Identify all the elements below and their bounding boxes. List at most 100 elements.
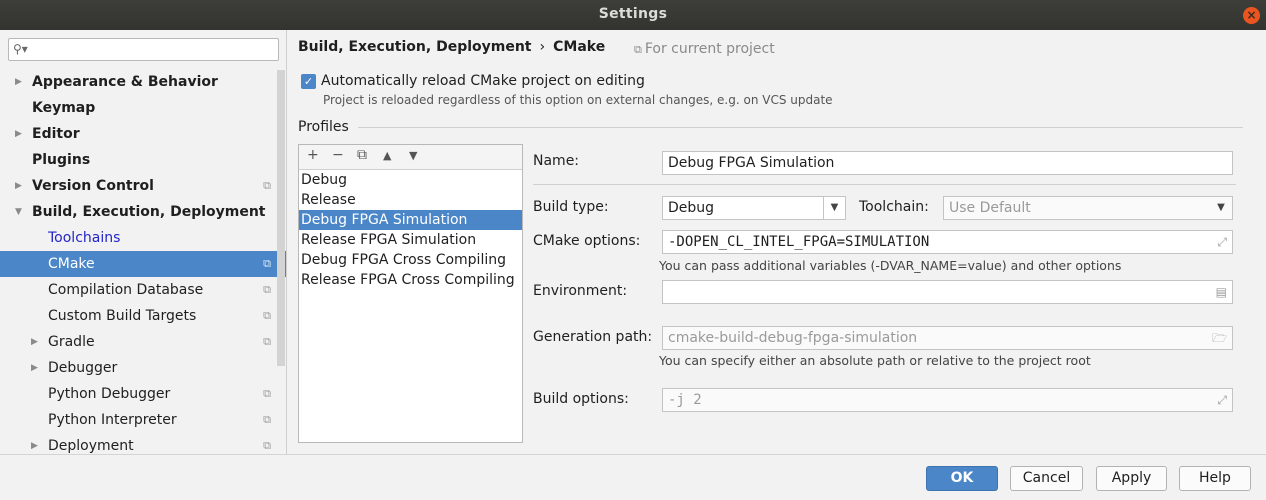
profile-item[interactable]: Release (299, 190, 522, 210)
project-scope-icon: ⧉ (634, 43, 642, 56)
profiles-section-title: Profiles (298, 119, 349, 135)
build-options-label: Build options: (533, 391, 629, 407)
build-type-select[interactable]: Debug ▼ (662, 196, 846, 220)
help-button[interactable]: Help (1179, 466, 1251, 491)
folder-icon[interactable]: 🗁 (1212, 327, 1227, 349)
chevron-down-icon[interactable]: ▼ (823, 197, 845, 219)
expand-icon[interactable]: ⤢ (1217, 389, 1227, 411)
cmake-options-field[interactable]: -DOPEN_CL_INTEL_FPGA=SIMULATION ⤢ (662, 230, 1233, 254)
generation-path-value: cmake-build-debug-fpga-simulation (668, 330, 918, 346)
toolchain-label: Toolchain: (859, 199, 929, 215)
dialog-footer: OK Cancel Apply Help (0, 454, 1266, 500)
collapsed-arrow-icon[interactable]: ▶ (15, 69, 22, 95)
profile-item[interactable]: Debug (299, 170, 522, 190)
sidebar-item-label: Python Interpreter (48, 412, 177, 428)
name-field[interactable]: Debug FPGA Simulation (662, 151, 1233, 175)
environment-field[interactable]: ▤ (662, 280, 1233, 304)
name-label: Name: (533, 153, 580, 169)
breadcrumb: Build, Execution, Deployment › CMake (298, 39, 605, 55)
sidebar-item[interactable]: ▼ Build, Execution, Deployment (0, 199, 286, 225)
close-icon[interactable]: × (1243, 7, 1260, 24)
sidebar-item[interactable]: ▶ Appearance & Behavior (0, 69, 286, 95)
apply-button[interactable]: Apply (1096, 466, 1167, 491)
sidebar-item[interactable]: Plugins (0, 147, 286, 173)
sidebar-item-label: Debugger (48, 360, 118, 376)
sidebar-item-label: Custom Build Targets (48, 308, 197, 324)
ok-button[interactable]: OK (926, 466, 998, 491)
profile-item[interactable]: Debug FPGA Cross Compiling (299, 250, 522, 270)
profile-item[interactable]: Release FPGA Cross Compiling (299, 270, 522, 290)
scope-text: For current project (644, 41, 775, 57)
breadcrumb-parent[interactable]: Build, Execution, Deployment (298, 39, 532, 55)
expanded-arrow-icon[interactable]: ▼ (15, 199, 22, 225)
sidebar-item[interactable]: Custom Build Targets ⧉ (0, 303, 286, 329)
sidebar-item[interactable]: Python Debugger ⧉ (0, 381, 286, 407)
profiles-toolbar: + − ⧉ ▲ ▼ (299, 145, 522, 170)
auto-reload-checkbox[interactable]: ✓ (301, 74, 316, 89)
sidebar-item[interactable]: ▶ Debugger (0, 355, 286, 381)
sidebar-item-label: Plugins (32, 152, 91, 168)
scope-label: ⧉ For current project (634, 41, 775, 57)
expand-icon[interactable]: ⤢ (1217, 231, 1227, 253)
project-scope-icon: ⧉ (263, 387, 271, 400)
collapsed-arrow-icon[interactable]: ▶ (31, 329, 38, 355)
search-icon: ⚲▾ (13, 42, 28, 56)
settings-tree: ▶ Appearance & Behavior Keymap ▶ Editor Plugi… (0, 69, 286, 454)
generation-path-field[interactable]: cmake-build-debug-fpga-simulation 🗁 (662, 326, 1233, 350)
collapsed-arrow-icon[interactable]: ▶ (15, 121, 22, 147)
chevron-down-icon[interactable]: ▼ (1210, 197, 1232, 219)
build-options-field[interactable]: -j 2 ⤢ (662, 388, 1233, 412)
remove-profile-icon[interactable]: − (332, 147, 344, 163)
auto-reload-label[interactable]: Automatically reload CMake project on ed… (321, 73, 645, 89)
profiles-divider (358, 127, 1243, 128)
build-type-value: Debug (668, 200, 715, 216)
form-divider (533, 184, 1236, 185)
toolchain-value: Use Default (949, 200, 1031, 216)
profile-item[interactable]: Release FPGA Simulation (299, 230, 522, 250)
search-input[interactable]: ⚲▾ (8, 38, 279, 61)
project-scope-icon: ⧉ (263, 283, 271, 296)
cmake-options-label: CMake options: (533, 233, 641, 249)
cmake-options-hint: You can pass additional variables (-DVAR… (659, 258, 1122, 273)
breadcrumb-separator: › (539, 39, 546, 55)
project-scope-icon: ⧉ (263, 439, 271, 452)
collapsed-arrow-icon[interactable]: ▶ (31, 355, 38, 381)
sidebar-item-label: Build, Execution, Deployment (32, 204, 266, 220)
add-profile-icon[interactable]: + (307, 147, 319, 163)
environment-label: Environment: (533, 283, 628, 299)
sidebar-item[interactable]: CMake ⧉ (0, 251, 286, 277)
sidebar-item[interactable]: Python Interpreter ⧉ (0, 407, 286, 433)
sidebar-scrollbar[interactable] (277, 70, 285, 366)
move-down-icon[interactable]: ▼ (409, 149, 417, 162)
profile-item[interactable]: Debug FPGA Simulation (299, 210, 522, 230)
sidebar-item[interactable]: Toolchains (0, 225, 286, 251)
sidebar-item-label: CMake (48, 256, 95, 272)
project-scope-icon: ⧉ (263, 309, 271, 322)
sidebar-item-label: Compilation Database (48, 282, 204, 298)
collapsed-arrow-icon[interactable]: ▶ (31, 433, 38, 454)
profiles-list: + − ⧉ ▲ ▼ Debug Release Debug FPGA Simulat… (298, 144, 523, 443)
sidebar-item-label: Editor (32, 126, 80, 142)
copy-profile-icon[interactable]: ⧉ (357, 147, 367, 163)
project-scope-icon: ⧉ (263, 335, 271, 348)
sidebar-item[interactable]: ▶ Editor (0, 121, 286, 147)
collapsed-arrow-icon[interactable]: ▶ (15, 173, 22, 199)
project-scope-icon: ⧉ (263, 257, 271, 270)
sidebar-item-label: Deployment (48, 438, 134, 454)
edit-environment-icon[interactable]: ▤ (1216, 281, 1227, 303)
sidebar-item[interactable]: ▶ Deployment ⧉ (0, 433, 286, 454)
toolchain-select[interactable]: Use Default ▼ (943, 196, 1233, 220)
sidebar-item[interactable]: ▶ Version Control ⧉ (0, 173, 286, 199)
generation-path-hint: You can specify either an absolute path … (659, 353, 1091, 368)
auto-reload-hint: Project is reloaded regardless of this o… (323, 93, 833, 107)
project-scope-icon: ⧉ (263, 413, 271, 426)
sidebar-item-label: Python Debugger (48, 386, 171, 402)
sidebar-item[interactable]: Compilation Database ⧉ (0, 277, 286, 303)
project-scope-icon: ⧉ (263, 179, 271, 192)
sidebar-item-label: Toolchains (48, 230, 121, 246)
sidebar-item[interactable]: Keymap (0, 95, 286, 121)
sidebar-item[interactable]: ▶ Gradle ⧉ (0, 329, 286, 355)
move-up-icon[interactable]: ▲ (383, 149, 391, 162)
window-titlebar: Settings × (0, 0, 1266, 30)
cancel-button[interactable]: Cancel (1010, 466, 1083, 491)
